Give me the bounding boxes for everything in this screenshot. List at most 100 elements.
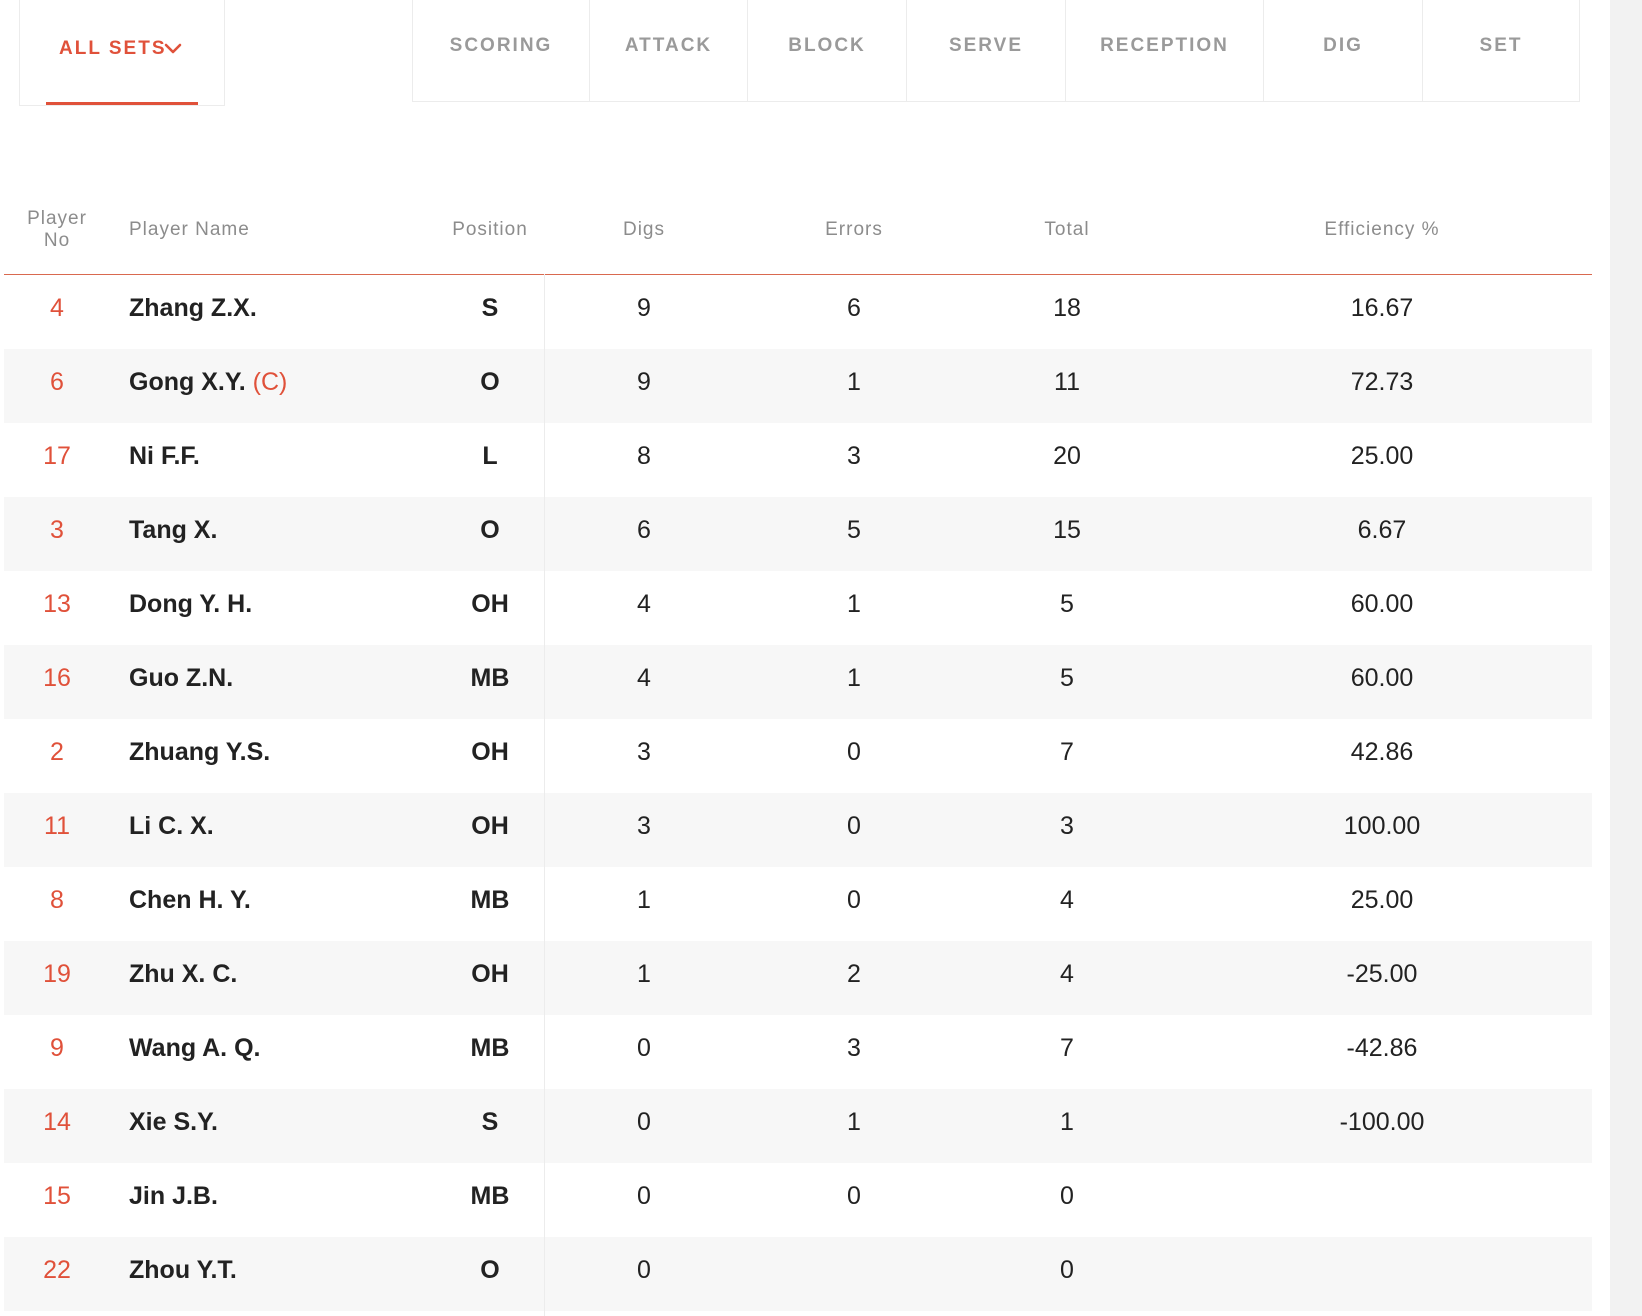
sets-dropdown[interactable]: ALL SETS: [19, 0, 225, 106]
total-value: 7: [1060, 738, 1074, 766]
player-number: 13: [43, 590, 71, 618]
total-value: 0: [1060, 1256, 1074, 1284]
player-number: 4: [50, 294, 64, 322]
total-value: 18: [1053, 294, 1081, 322]
player-name-text: Wang A. Q.: [129, 1034, 261, 1062]
player-position: S: [481, 294, 499, 322]
header-efficiency[interactable]: Efficiency %: [1282, 219, 1482, 241]
player-name[interactable]: Zhu X. C.: [129, 941, 237, 1015]
page-scroll-gutter: [1610, 0, 1642, 1316]
player-name[interactable]: Dong Y. H.: [129, 571, 252, 645]
table-body: 4 Zhang Z.X. S 9 6 18 16.67 6 Gong X.Y. (C) O 9 1 11…: [4, 275, 1592, 1311]
header-player-name[interactable]: Player Name: [129, 219, 250, 241]
errors-value: 5: [847, 516, 861, 544]
player-name[interactable]: Xie S.Y.: [129, 1089, 218, 1163]
tab-set[interactable]: SET: [1422, 0, 1579, 101]
errors-value: 3: [847, 1034, 861, 1062]
player-number: 15: [43, 1182, 71, 1210]
efficiency-value: -25.00: [1346, 960, 1418, 988]
digs-value: 0: [637, 1108, 651, 1136]
player-name[interactable]: Tang X.: [129, 497, 217, 571]
errors-value: 0: [847, 812, 861, 840]
efficiency-value: 100.00: [1343, 812, 1421, 840]
chevron-down-icon: [164, 43, 182, 54]
tab-dig[interactable]: DIG: [1263, 0, 1422, 101]
table-row: 17 Ni F.F. L 8 3 20 25.00: [4, 423, 1592, 497]
player-position: S: [481, 1108, 499, 1136]
player-position: MB: [470, 664, 510, 692]
player-name-text: Zhou Y.T.: [129, 1256, 237, 1284]
efficiency-value: [1282, 1237, 1482, 1311]
efficiency-value: 60.00: [1350, 664, 1414, 692]
table-row: 2 Zhuang Y.S. OH 3 0 7 42.86: [4, 719, 1592, 793]
player-position: OH: [471, 738, 509, 766]
player-name[interactable]: Zhang Z.X.: [129, 275, 257, 349]
errors-value: 3: [847, 442, 861, 470]
player-number: 14: [43, 1108, 71, 1136]
table-row: 14 Xie S.Y. S 0 1 1 -100.00: [4, 1089, 1592, 1163]
tab-attack[interactable]: ATTACK: [589, 0, 747, 101]
tab-serve[interactable]: SERVE: [906, 0, 1065, 101]
digs-value: 0: [637, 1256, 651, 1284]
player-position: O: [480, 516, 500, 544]
errors-value: 2: [847, 960, 861, 988]
digs-value: 4: [637, 664, 651, 692]
total-value: 0: [1060, 1182, 1074, 1210]
player-position: OH: [471, 960, 509, 988]
table-header: Player No Player Name Position Digs Erro…: [4, 196, 1592, 275]
errors-value: 0: [847, 1182, 861, 1210]
player-name[interactable]: Zhuang Y.S.: [129, 719, 270, 793]
player-number: 8: [50, 886, 64, 914]
errors-value: 1: [847, 368, 861, 396]
player-position: OH: [471, 812, 509, 840]
player-name-text: Jin J.B.: [129, 1182, 218, 1210]
table-row: 19 Zhu X. C. OH 1 2 4 -25.00: [4, 941, 1592, 1015]
player-name-text: Zhu X. C.: [129, 960, 238, 988]
table-row: 16 Guo Z.N. MB 4 1 5 60.00: [4, 645, 1592, 719]
table-row: 3 Tang X. O 6 5 15 6.67: [4, 497, 1592, 571]
errors-value: 0: [847, 886, 861, 914]
efficiency-value: -100.00: [1339, 1108, 1425, 1136]
total-value: 7: [1060, 1034, 1074, 1062]
player-number: 11: [44, 812, 70, 840]
header-digs[interactable]: Digs: [584, 219, 704, 241]
player-name[interactable]: Ni F.F.: [129, 423, 200, 497]
player-name[interactable]: Wang A. Q.: [129, 1015, 260, 1089]
digs-value: 9: [637, 368, 651, 396]
player-name-text: Xie S.Y.: [129, 1108, 218, 1136]
player-position: O: [480, 368, 500, 396]
header-player-no[interactable]: Player No: [4, 208, 110, 252]
header-errors[interactable]: Errors: [794, 219, 914, 241]
digs-value: 3: [637, 738, 651, 766]
table-row: 13 Dong Y. H. OH 4 1 5 60.00: [4, 571, 1592, 645]
stat-tabs: SCORING ATTACK BLOCK SERVE RECEPTION DIG…: [412, 0, 1580, 102]
header-total[interactable]: Total: [1007, 219, 1127, 241]
player-position: MB: [470, 886, 510, 914]
errors-value: [794, 1237, 914, 1311]
tab-scoring[interactable]: SCORING: [413, 0, 589, 101]
digs-value: 0: [637, 1034, 651, 1062]
player-position: MB: [470, 1182, 510, 1210]
table-row: 8 Chen H. Y. MB 1 0 4 25.00: [4, 867, 1592, 941]
player-number: 22: [43, 1256, 71, 1284]
header-position[interactable]: Position: [424, 219, 556, 241]
player-name[interactable]: Li C. X.: [129, 793, 214, 867]
player-number: 16: [43, 664, 71, 692]
player-name[interactable]: Guo Z.N.: [129, 645, 233, 719]
digs-value: 6: [637, 516, 651, 544]
table-row: 9 Wang A. Q. MB 0 3 7 -42.86: [4, 1015, 1592, 1089]
digs-value: 1: [637, 960, 651, 988]
tab-reception[interactable]: RECEPTION: [1065, 0, 1263, 101]
errors-value: 6: [847, 294, 861, 322]
table-row: 11 Li C. X. OH 3 0 3 100.00: [4, 793, 1592, 867]
tab-block[interactable]: BLOCK: [747, 0, 906, 101]
player-name[interactable]: Jin J.B.: [129, 1163, 218, 1237]
player-name[interactable]: Gong X.Y. (C): [129, 349, 287, 423]
total-value: 3: [1060, 812, 1074, 840]
player-number: 3: [50, 516, 64, 544]
player-position: O: [480, 1256, 500, 1284]
player-number: 2: [50, 738, 64, 766]
player-name-text: Dong Y. H.: [129, 590, 253, 618]
player-name[interactable]: Chen H. Y.: [129, 867, 251, 941]
player-name[interactable]: Zhou Y.T.: [129, 1237, 237, 1311]
